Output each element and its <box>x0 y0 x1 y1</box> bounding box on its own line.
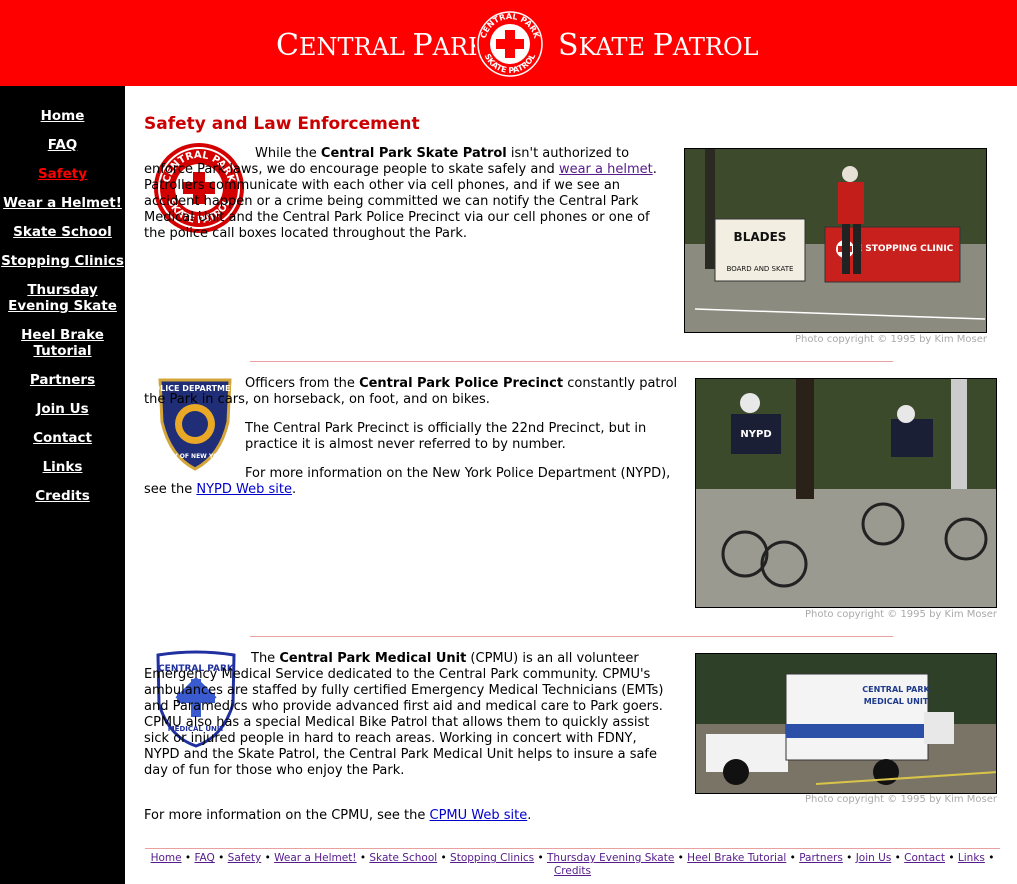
footer-link-wear-a-helmet[interactable]: Wear a Helmet! <box>274 852 356 864</box>
sidebar-item-faq[interactable]: FAQ <box>0 137 125 153</box>
main-content: Safety and Law Enforcement CENTRAL PARK … <box>125 86 1017 884</box>
footer-link-safety[interactable]: Safety <box>228 852 262 864</box>
sidebar-item-skate-school[interactable]: Skate School <box>0 224 125 240</box>
footer-link-links[interactable]: Links <box>958 852 985 864</box>
footer-link-join-us[interactable]: Join Us <box>856 852 892 864</box>
nypd-web-site-link[interactable]: NYPD Web site <box>196 482 292 497</box>
svg-text:BLADES: BLADES <box>734 230 787 244</box>
footer-link-heel-brake-tutorial[interactable]: Heel Brake Tutorial <box>687 852 786 864</box>
nav-line: Evening Skate <box>8 298 117 314</box>
photo-credit: Photo copyright © 1995 by Kim Moser <box>805 609 997 620</box>
footer-sep: • <box>437 852 451 864</box>
skate-patrol-paragraph: While the Central Park Skate Patrol isn'… <box>144 146 657 241</box>
sidebar-item-thursday-evening-skate[interactable]: Thursday Evening Skate <box>0 282 125 314</box>
footer-link-home[interactable]: Home <box>151 852 182 864</box>
footer-link-thursday-evening-skate[interactable]: Thursday Evening Skate <box>547 852 674 864</box>
page-title: Safety and Law Enforcement <box>144 114 420 134</box>
nav-line: Thursday <box>27 282 98 298</box>
site-header: CENTRAL PARK CENTRAL PARK SKATE PATROL S… <box>0 0 1017 86</box>
footer-sep: • <box>984 852 995 864</box>
cpmu-paragraph-2: For more information on the CPMU, see th… <box>144 808 532 823</box>
svg-text:BOARD AND SKATE: BOARD AND SKATE <box>727 265 794 273</box>
cpmu-web-site-link[interactable]: CPMU Web site <box>430 808 528 823</box>
skate-patrol-photo: BLADES BOARD AND SKATE FREE STOPPING CLI… <box>684 148 987 333</box>
svg-text:MEDICAL UNIT: MEDICAL UNIT <box>864 697 929 706</box>
footer-link-partners[interactable]: Partners <box>799 852 843 864</box>
sidebar-item-credits[interactable]: Credits <box>0 488 125 504</box>
nav-line: Heel Brake <box>21 327 104 343</box>
footer-link-stopping-clinics[interactable]: Stopping Clinics <box>450 852 534 864</box>
sidebar-item-heel-brake-tutorial[interactable]: Heel Brake Tutorial <box>0 327 125 359</box>
footer-sep: • <box>214 852 228 864</box>
footer-link-faq[interactable]: FAQ <box>194 852 214 864</box>
svg-text:NYPD: NYPD <box>740 429 771 440</box>
footer-sep: • <box>891 852 905 864</box>
sidebar-item-contact[interactable]: Contact <box>0 430 125 446</box>
header-title-right: SKATE PATROL <box>558 28 759 63</box>
sidebar-item-links[interactable]: Links <box>0 459 125 475</box>
svg-text:CITY OF NEW YORK: CITY OF NEW YORK <box>163 453 228 460</box>
sidebar-item-stopping-clinics[interactable]: Stopping Clinics <box>0 253 125 269</box>
section-divider <box>250 636 893 637</box>
cpmu-paragraph: The Central Park Medical Unit (CPMU) is … <box>144 651 664 778</box>
section-divider <box>250 361 893 362</box>
police-precinct-paragraph-2: The Central Park Precinct is officially … <box>245 421 647 452</box>
nypd-bike-patrol-photo: NYPD <box>695 378 997 608</box>
police-precinct-paragraph-3: For more information on the New York Pol… <box>144 466 671 497</box>
footer-sep: • <box>786 852 800 864</box>
sidebar-item-safety[interactable]: Safety <box>0 166 125 182</box>
header-title-left: CENTRAL PARK <box>276 28 486 63</box>
skate-patrol-logo: CENTRAL PARK SKATE PATROL <box>475 9 545 79</box>
sidebar-item-home[interactable]: Home <box>0 108 125 124</box>
sidebar-item-wear-a-helmet[interactable]: Wear a Helmet! <box>0 195 125 211</box>
footer-sep: • <box>842 852 856 864</box>
photo-credit: Photo copyright © 1995 by Kim Moser <box>795 334 987 345</box>
footer-sep: • <box>261 852 275 864</box>
photo-credit: Photo copyright © 1995 by Kim Moser <box>805 794 997 805</box>
footer-nav: Home • FAQ • Safety • Wear a Helmet! • S… <box>145 852 1000 878</box>
sidebar-nav: Home FAQ Safety Wear a Helmet! Skate Sch… <box>0 86 125 884</box>
footer-link-contact[interactable]: Contact <box>904 852 945 864</box>
wear-a-helmet-link[interactable]: wear a helmet <box>559 162 653 177</box>
footer-link-credits[interactable]: Credits <box>554 865 591 877</box>
footer-sep: • <box>945 852 958 864</box>
nav-line: Tutorial <box>33 343 92 359</box>
footer-divider <box>145 848 1000 849</box>
footer-sep: • <box>181 852 195 864</box>
footer-link-skate-school[interactable]: Skate School <box>369 852 437 864</box>
sidebar-item-partners[interactable]: Partners <box>0 372 125 388</box>
footer-sep: • <box>674 852 688 864</box>
sidebar-item-join-us[interactable]: Join Us <box>0 401 125 417</box>
svg-text:CENTRAL PARK: CENTRAL PARK <box>862 685 930 694</box>
footer-sep: • <box>534 852 548 864</box>
police-precinct-paragraph-1: Officers from the Central Park Police Pr… <box>144 376 678 407</box>
footer-sep: • <box>356 852 370 864</box>
cpmu-ambulance-photo: CENTRAL PARK MEDICAL UNIT <box>695 653 997 794</box>
